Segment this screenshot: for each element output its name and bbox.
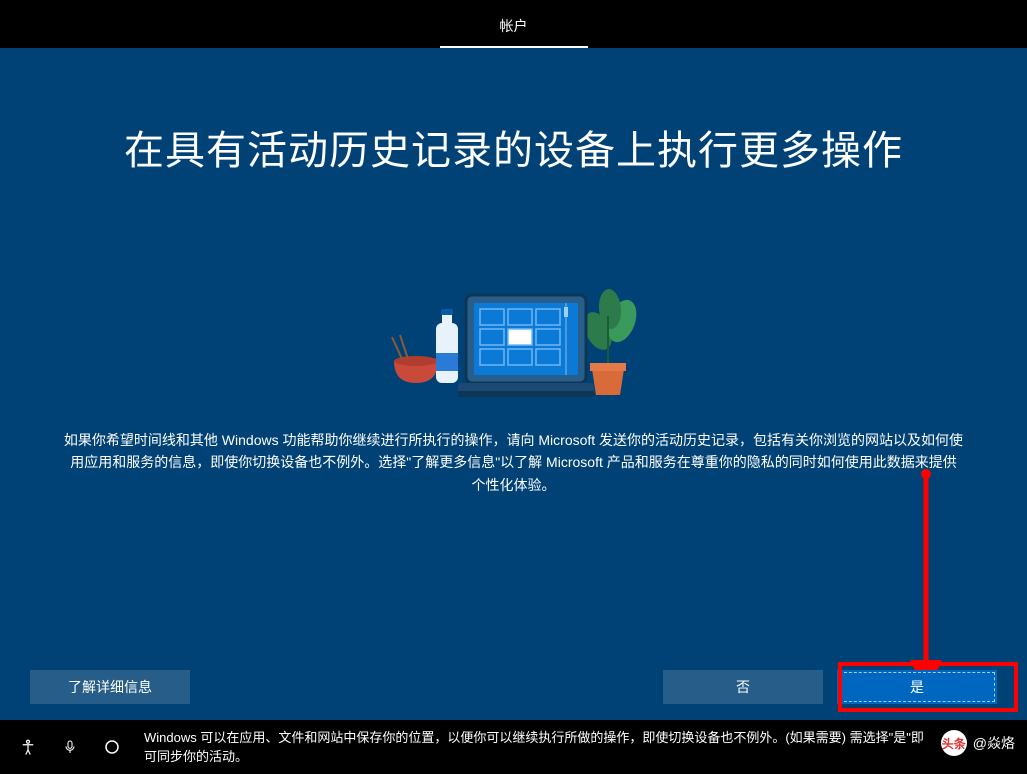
footer-hint-text: Windows 可以在应用、文件和网站中保存你的位置，以便你可以继续执行所做的操… xyxy=(144,728,924,767)
annotation-arrow xyxy=(906,468,946,698)
main-panel: 在具有活动历史记录的设备上执行更多操作 xyxy=(0,48,1027,720)
accessibility-icon[interactable] xyxy=(18,737,38,757)
top-tab-bar: 帐户 xyxy=(0,0,1027,48)
watermark-logo-icon: 头条 xyxy=(941,730,967,756)
page-title: 在具有活动历史记录的设备上执行更多操作 xyxy=(124,118,903,176)
no-button[interactable]: 否 xyxy=(663,670,823,704)
microphone-icon[interactable] xyxy=(60,737,80,757)
description-text: 如果你希望时间线和其他 Windows 功能帮助你继续进行所执行的操作，请向 M… xyxy=(44,429,984,496)
yes-button[interactable]: 是 xyxy=(837,670,997,704)
watermark-handle: @焱烙 xyxy=(973,733,1015,753)
tab-account[interactable]: 帐户 xyxy=(440,4,588,48)
circle-icon[interactable] xyxy=(102,737,122,757)
activity-history-illustration xyxy=(384,271,644,401)
watermark: 头条 @焱烙 xyxy=(941,730,1015,756)
footer-bar: Windows 可以在应用、文件和网站中保存你的位置，以便你可以继续执行所做的操… xyxy=(0,720,1027,774)
learn-more-button[interactable]: 了解详细信息 xyxy=(30,670,190,704)
button-row: 了解详细信息 否 是 xyxy=(0,670,1027,704)
